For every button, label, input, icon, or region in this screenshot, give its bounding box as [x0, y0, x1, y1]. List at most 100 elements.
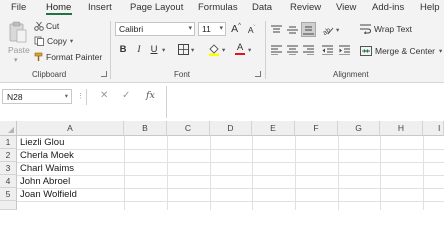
borders-dropdown-icon[interactable]: ▾ — [191, 46, 194, 54]
font-size-value: 11 — [202, 24, 211, 34]
cell-a3[interactable]: Charl Waims — [20, 162, 74, 175]
font-name-value: Calibri — [119, 24, 144, 34]
chevron-down-icon: ▾ — [188, 25, 192, 32]
row-header-2[interactable]: 2 — [0, 149, 17, 162]
caret-up-icon: ^ — [238, 23, 241, 29]
row-header-5[interactable]: 5 — [0, 188, 17, 201]
tab-formulas[interactable]: Formulas — [198, 2, 238, 13]
borders-button[interactable] — [176, 42, 190, 56]
tab-insert[interactable]: Insert — [88, 2, 112, 13]
italic-button[interactable]: I — [133, 43, 145, 56]
paste-dropdown-icon[interactable]: ▾ — [14, 56, 18, 64]
cut-button[interactable]: Cut — [34, 20, 59, 32]
tab-add-ins[interactable]: Add-ins — [372, 2, 404, 13]
grow-font-label: A — [231, 23, 239, 35]
merge-center-button[interactable]: Merge & Center ▾ — [360, 46, 442, 56]
column-header-h[interactable]: H — [380, 121, 423, 136]
middle-align-button[interactable] — [285, 23, 299, 36]
row-header-6[interactable] — [0, 201, 17, 210]
font-color-button[interactable]: A — [234, 41, 246, 57]
gridline — [380, 136, 381, 210]
scissors-icon — [34, 21, 44, 31]
clipboard-launcher-icon[interactable] — [101, 71, 107, 77]
underline-button[interactable]: U — [148, 43, 160, 56]
gridline — [423, 136, 424, 210]
grow-font-button[interactable]: A ^ — [229, 22, 243, 36]
paste-button[interactable]: Paste — [8, 45, 30, 55]
tab-file[interactable]: File — [11, 2, 26, 13]
tab-data[interactable]: Data — [252, 2, 272, 13]
column-header-d[interactable]: D — [210, 121, 252, 136]
font-name-combo[interactable]: Calibri ▾ — [115, 22, 195, 36]
wrap-text-button[interactable]: Wrap Text — [360, 24, 412, 34]
italic-label: I — [137, 44, 141, 55]
tab-page-layout[interactable]: Page Layout — [130, 2, 183, 13]
paint-bucket-icon — [209, 44, 219, 56]
align-right-button[interactable] — [302, 43, 315, 56]
gridline — [17, 162, 444, 163]
align-middle-icon — [286, 26, 298, 33]
format-painter-button[interactable]: Format Painter — [34, 51, 102, 63]
fill-color-button[interactable] — [207, 42, 221, 57]
increase-indent-button[interactable] — [338, 43, 351, 56]
column-header-a[interactable]: A — [17, 121, 124, 136]
cell-a1[interactable]: Liezli Glou — [20, 136, 64, 149]
tab-review[interactable]: Review — [290, 2, 321, 13]
align-center-button[interactable] — [286, 43, 299, 56]
enter-check-icon[interactable]: ✓ — [122, 90, 130, 101]
copy-dropdown-icon[interactable]: ▾ — [70, 37, 73, 45]
column-header-b[interactable]: B — [124, 121, 167, 136]
cell-a2[interactable]: Cherla Moek — [20, 149, 74, 162]
cell-a4[interactable]: John Abroel — [20, 175, 70, 188]
decrease-indent-button[interactable] — [321, 43, 334, 56]
column-header-c[interactable]: C — [167, 121, 210, 136]
column-header-i[interactable]: I — [423, 121, 444, 136]
font-size-combo[interactable]: 11 ▾ — [198, 22, 226, 36]
row-header-4[interactable]: 4 — [0, 175, 17, 188]
align-bottom-icon — [303, 26, 314, 34]
caret-down-icon: ˇ — [253, 24, 256, 31]
fill-color-dropdown-icon[interactable]: ▾ — [222, 46, 225, 54]
bottom-align-button[interactable] — [301, 22, 316, 37]
merge-center-label: Merge & Center — [375, 46, 435, 56]
insert-function-icon[interactable]: fx — [146, 90, 155, 101]
align-top-icon — [270, 25, 282, 32]
column-header-g[interactable]: G — [338, 121, 380, 136]
select-all-button[interactable] — [0, 121, 17, 136]
name-box[interactable]: N28 ▾ — [2, 89, 72, 104]
shrink-font-button[interactable]: Aˇ — [245, 23, 258, 36]
orientation-button[interactable]: ab — [321, 23, 335, 36]
tab-view[interactable]: View — [336, 2, 356, 13]
merge-dropdown-icon[interactable]: ▾ — [439, 47, 442, 55]
align-left-button[interactable] — [270, 43, 283, 56]
top-align-button[interactable] — [269, 23, 283, 36]
copy-label: Copy — [47, 36, 67, 46]
align-center-icon — [287, 45, 298, 55]
grip-icon[interactable]: ⋮ — [77, 92, 84, 100]
tab-home[interactable]: Home — [46, 2, 71, 13]
tab-help[interactable]: Help — [420, 2, 440, 13]
gridline — [167, 136, 168, 210]
row-header-1[interactable]: 1 — [0, 136, 17, 149]
column-header-f[interactable]: F — [295, 121, 338, 136]
copy-button[interactable]: Copy ▾ — [34, 35, 73, 47]
font-launcher-icon[interactable] — [255, 71, 261, 77]
underline-dropdown-icon[interactable]: ▾ — [162, 46, 165, 54]
row-header-3[interactable]: 3 — [0, 162, 17, 175]
copy-icon — [34, 36, 44, 46]
orientation-dropdown-icon[interactable]: ▾ — [336, 26, 339, 34]
chevron-down-icon: ▾ — [64, 93, 68, 100]
formula-bar: N28 ▾ ⋮ ✕ ✓ fx — [0, 83, 444, 121]
column-header-e[interactable]: E — [252, 121, 295, 136]
orientation-icon: ab — [322, 27, 334, 35]
cell-a5[interactable]: Joan Wolfield — [20, 188, 77, 201]
formula-input[interactable] — [166, 86, 444, 118]
paste-icon[interactable] — [9, 21, 27, 43]
group-divider — [265, 21, 266, 79]
bold-button[interactable]: B — [117, 43, 129, 56]
alignment-group-label: Alignment — [333, 70, 369, 79]
gridline — [295, 136, 296, 210]
menu-bar: File Home Insert Page Layout Formulas Da… — [0, 0, 444, 15]
cancel-icon[interactable]: ✕ — [100, 90, 108, 101]
font-color-dropdown-icon[interactable]: ▾ — [248, 46, 251, 54]
